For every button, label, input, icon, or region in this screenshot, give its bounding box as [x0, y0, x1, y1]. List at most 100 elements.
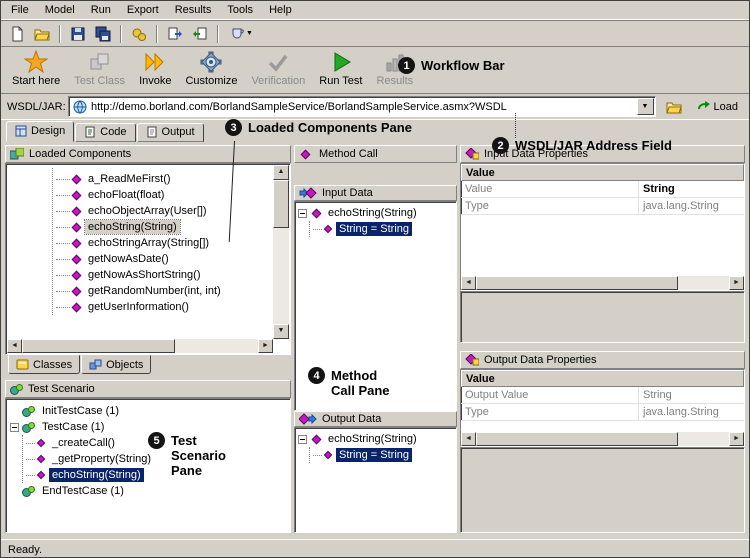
scrollbar-thumb[interactable] — [476, 432, 678, 446]
input-properties-table[interactable]: Value Value String Type java.lang.String… — [460, 163, 745, 291]
table-row[interactable]: Type java.lang.String — [461, 198, 744, 215]
tree-item-label[interactable]: echoString(String) — [85, 220, 180, 234]
wsdl-dropdown-button[interactable]: ▼ — [637, 98, 654, 115]
tree-item[interactable]: getUserInformation() — [53, 299, 272, 315]
loaded-components-tree[interactable]: a_ReadMeFirst() echoFloat(float) echoObj… — [5, 163, 291, 355]
table-row[interactable]: Output Value String — [461, 387, 744, 404]
scroll-right-button[interactable]: ► — [729, 432, 744, 446]
tree-item-selected[interactable]: String = String — [310, 447, 456, 463]
tree-item[interactable]: getNowAsShortString() — [53, 267, 272, 283]
scroll-right-button[interactable]: ► — [729, 276, 744, 290]
tree-item[interactable]: EndTestCase (1) — [6, 483, 290, 499]
tree-item[interactable]: echoObjectArray(User[]) — [53, 203, 272, 219]
export-button[interactable] — [163, 22, 187, 45]
scroll-right-button[interactable]: ► — [258, 339, 273, 353]
tree-item[interactable]: echoStringArray(String[]) — [53, 235, 272, 251]
tree-item-label[interactable]: echoStringArray(String[]) — [85, 236, 212, 250]
table-row[interactable]: Type java.lang.String — [461, 404, 744, 421]
options-button[interactable] — [127, 22, 151, 45]
menu-file[interactable]: File — [3, 2, 37, 18]
tree-item-label[interactable]: InitTestCase (1) — [39, 404, 122, 418]
scrollbar-track[interactable] — [22, 339, 258, 353]
tab-design[interactable]: Design — [6, 121, 74, 142]
tree-item[interactable]: echoFloat(float) — [53, 187, 272, 203]
menu-export[interactable]: Export — [119, 2, 167, 18]
workflow-customize[interactable]: Customize — [180, 49, 242, 88]
workflow-invoke[interactable]: Invoke — [134, 49, 176, 88]
tree-item-label[interactable]: a_ReadMeFirst() — [85, 172, 174, 186]
collapse-icon[interactable] — [298, 209, 307, 218]
tree-item[interactable]: a_ReadMeFirst() — [53, 171, 272, 187]
tree-item-label[interactable]: getNowAsShortString() — [85, 268, 204, 282]
new-button[interactable] — [5, 22, 29, 45]
table-row[interactable]: Value String — [461, 181, 744, 198]
wsdl-combobox[interactable]: ▼ — [68, 96, 656, 117]
scrollbar-thumb[interactable] — [22, 339, 175, 353]
tree-item-label[interactable]: echoString(String) — [49, 468, 144, 482]
import-button[interactable] — [188, 22, 212, 45]
scroll-left-button[interactable]: ◄ — [461, 276, 476, 290]
collapse-icon[interactable] — [10, 423, 19, 432]
tree-item-label[interactable]: echoFloat(float) — [85, 188, 167, 202]
run-config-button[interactable]: ▼ — [224, 22, 258, 45]
horizontal-scrollbar[interactable]: ◄ ► — [7, 339, 273, 353]
tree-item[interactable]: InitTestCase (1) — [6, 403, 290, 419]
output-data-tree[interactable]: echoString(String) String = String — [294, 427, 457, 533]
tab-output[interactable]: Output — [137, 123, 204, 142]
property-value[interactable]: java.lang.String — [639, 406, 744, 418]
tab-code[interactable]: Code — [75, 123, 135, 142]
scrollbar-thumb[interactable] — [476, 276, 678, 290]
workflow-start-here[interactable]: Start here — [7, 49, 65, 88]
tree-item[interactable]: echoString(String) — [295, 205, 456, 221]
browse-button[interactable] — [661, 96, 687, 118]
tree-item-label[interactable]: String = String — [336, 222, 412, 236]
scrollbar-thumb[interactable] — [273, 180, 289, 228]
tree-item-label[interactable]: EndTestCase (1) — [39, 484, 127, 498]
open-button[interactable] — [30, 22, 54, 45]
tree-item-label[interactable]: getNowAsDate() — [85, 252, 172, 266]
property-value[interactable]: String — [639, 183, 744, 195]
menu-help[interactable]: Help — [261, 2, 300, 18]
tree-item-label[interactable]: getUserInformation() — [85, 300, 192, 314]
scroll-down-button[interactable]: ▼ — [273, 324, 289, 339]
scrollbar-track[interactable] — [476, 432, 729, 446]
tree-item-label[interactable]: echoObjectArray(User[]) — [85, 204, 210, 218]
save-all-button[interactable] — [91, 22, 115, 45]
scroll-up-button[interactable]: ▲ — [273, 165, 289, 180]
tree-item-label[interactable]: _getProperty(String) — [49, 452, 154, 466]
tree-item[interactable]: getNowAsDate() — [53, 251, 272, 267]
vertical-scrollbar[interactable]: ▲ ▼ — [273, 165, 289, 339]
tree-item-selected[interactable]: String = String — [310, 221, 456, 237]
tab-classes[interactable]: Classes — [8, 355, 80, 374]
horizontal-scrollbar[interactable]: ◄ ► — [461, 432, 744, 446]
wsdl-url-input[interactable] — [91, 99, 633, 114]
workflow-run-test[interactable]: Run Test — [314, 49, 367, 88]
collapse-icon[interactable] — [298, 435, 307, 444]
horizontal-scrollbar[interactable]: ◄ ► — [461, 276, 744, 290]
tree-item-label[interactable]: TestCase (1) — [39, 420, 107, 434]
tree-item-label[interactable]: echoString(String) — [325, 432, 420, 446]
tree-item-selected[interactable]: echoString(String) — [53, 219, 272, 235]
tree-item-label[interactable]: getRandomNumber(int, int) — [85, 284, 224, 298]
property-value[interactable]: java.lang.String — [639, 200, 744, 212]
open-folder-icon — [34, 26, 50, 42]
scroll-left-button[interactable]: ◄ — [7, 339, 22, 353]
tree-item-label[interactable]: _createCall() — [49, 436, 118, 450]
tree-connector — [56, 307, 70, 308]
tree-item-label[interactable]: echoString(String) — [325, 206, 420, 220]
menu-results[interactable]: Results — [167, 2, 220, 18]
load-button[interactable]: Load — [692, 96, 743, 118]
menu-model[interactable]: Model — [37, 2, 83, 18]
output-properties-table[interactable]: Value Output Value String Type java.lang… — [460, 369, 745, 447]
save-button[interactable] — [66, 22, 90, 45]
property-value[interactable]: String — [639, 389, 744, 401]
tree-item[interactable]: getRandomNumber(int, int) — [53, 283, 272, 299]
scroll-left-button[interactable]: ◄ — [461, 432, 476, 446]
tree-item[interactable]: echoString(String) — [295, 431, 456, 447]
menu-run[interactable]: Run — [83, 2, 119, 18]
menu-tools[interactable]: Tools — [219, 2, 261, 18]
scrollbar-track[interactable] — [476, 276, 729, 290]
tab-objects[interactable]: Objects — [81, 355, 151, 374]
scrollbar-track[interactable] — [273, 180, 289, 324]
tree-item-label[interactable]: String = String — [336, 448, 412, 462]
